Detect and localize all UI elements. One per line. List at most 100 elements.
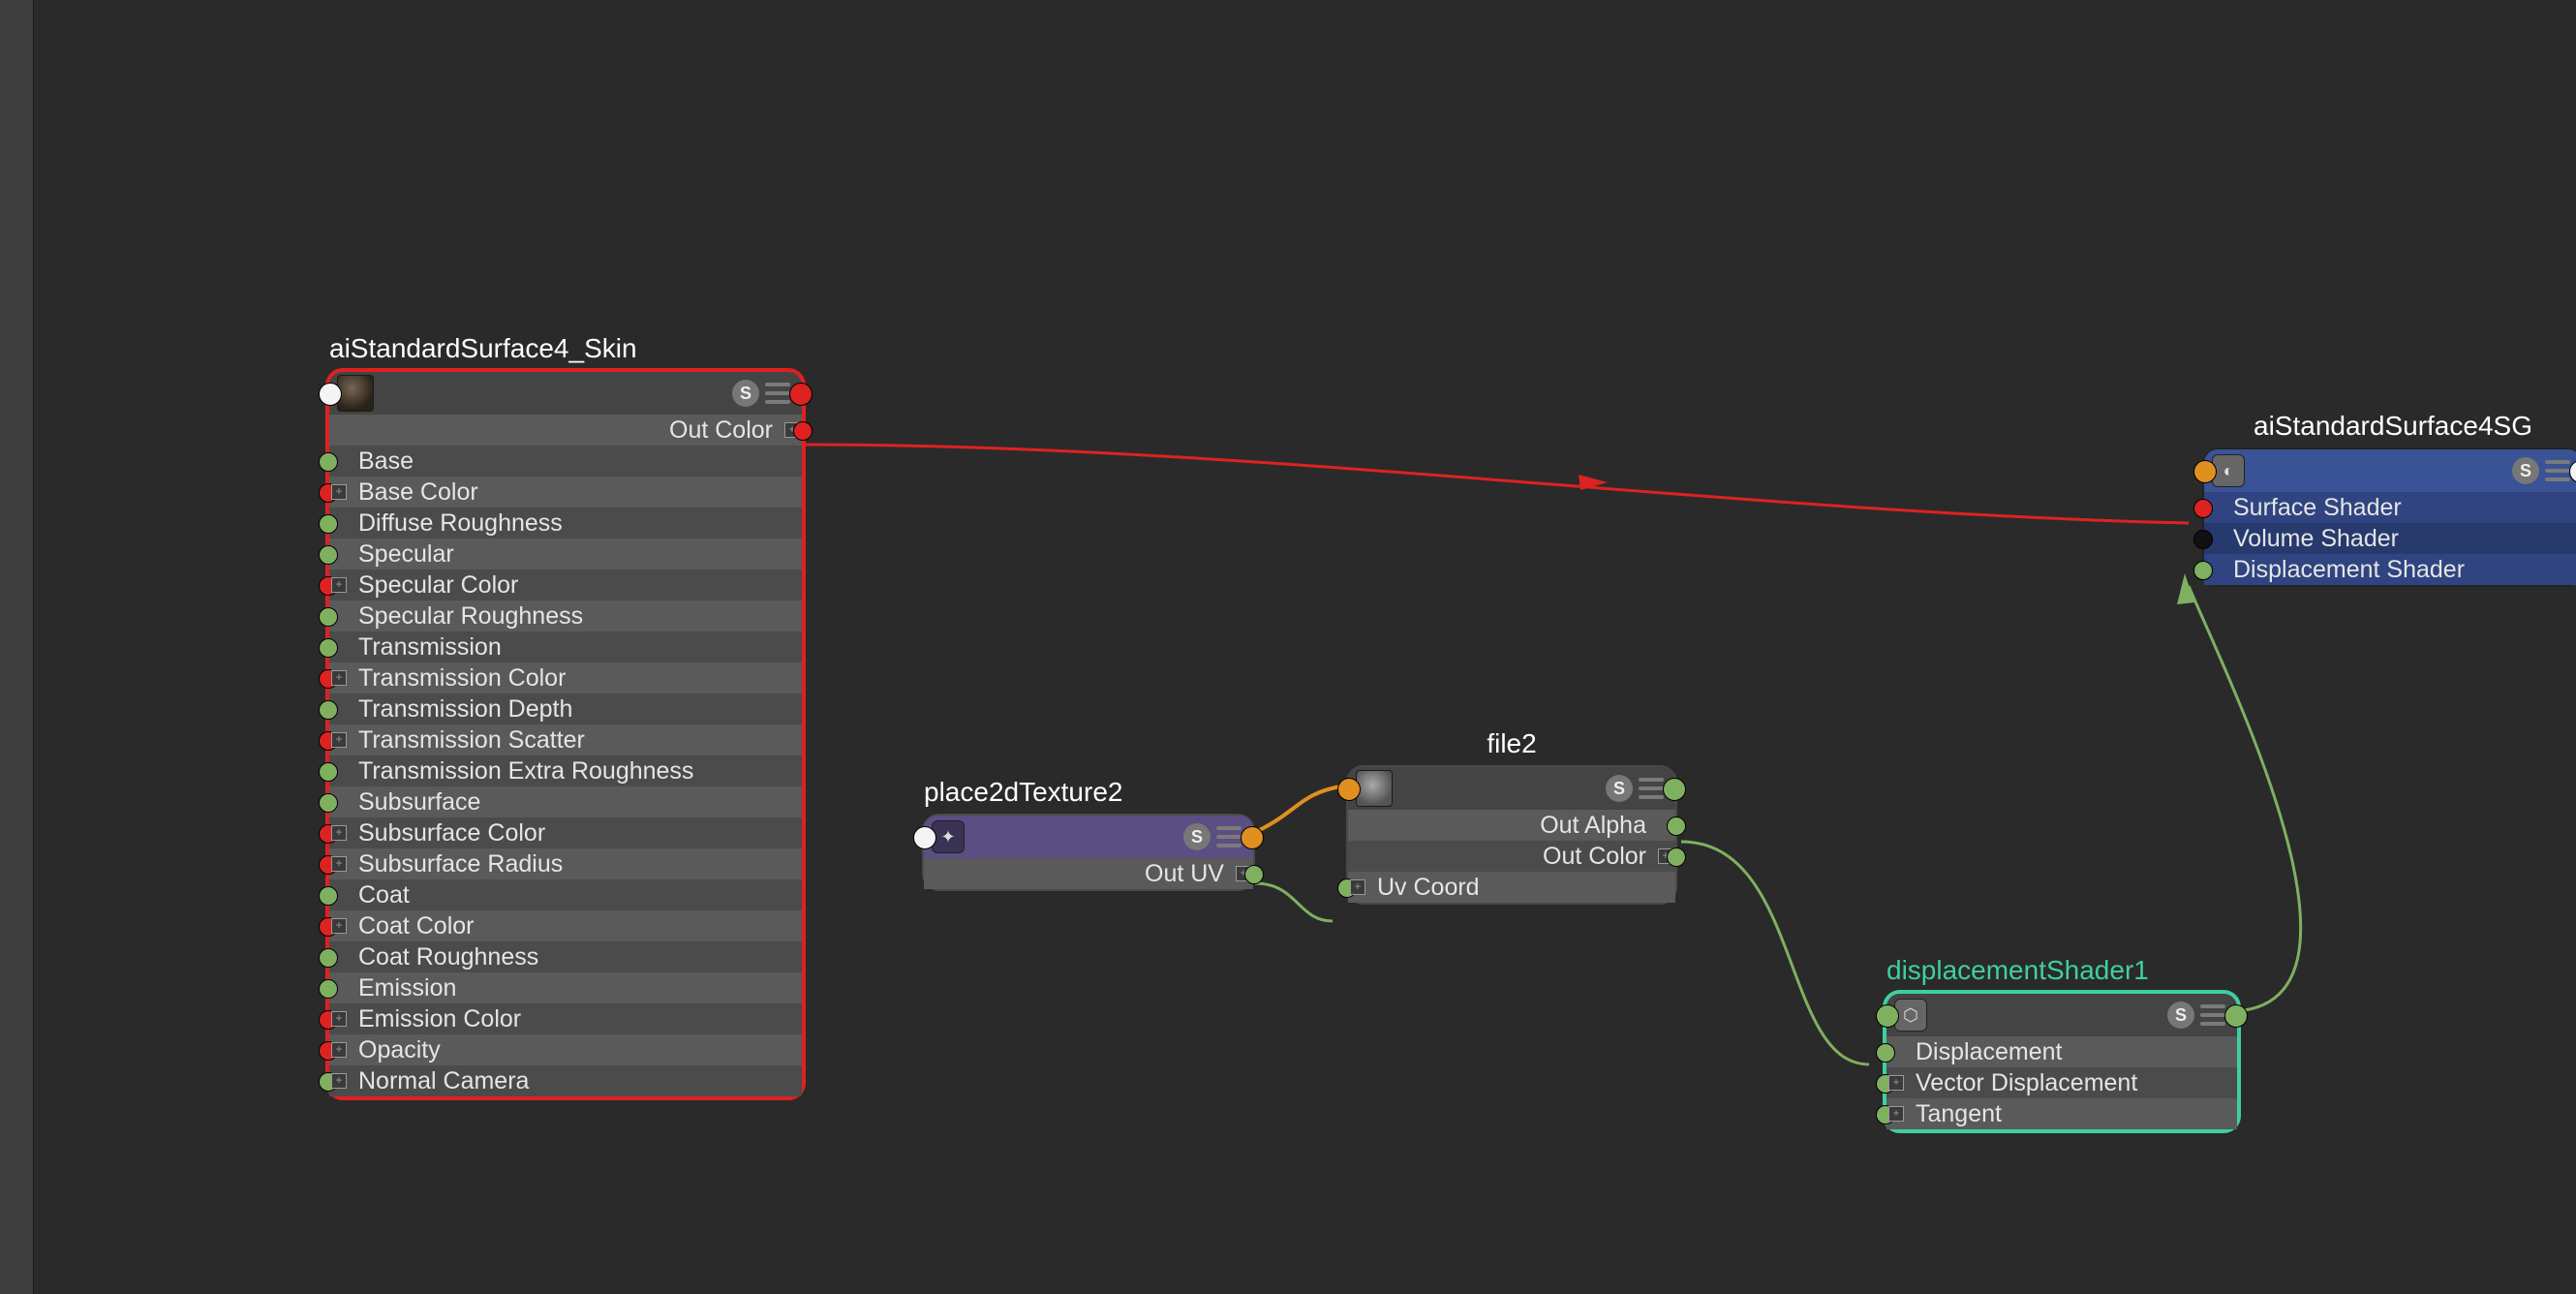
node-editor-canvas[interactable]: aiStandardSurface4_Skin S Out Color Base… bbox=[0, 0, 2576, 1294]
expand-icon[interactable] bbox=[1888, 1075, 1904, 1091]
attr-transmission[interactable]: Transmission bbox=[329, 632, 802, 662]
attr-out-color[interactable]: Out Color bbox=[1348, 841, 1675, 872]
input-port[interactable] bbox=[319, 514, 338, 534]
attr-base[interactable]: Base bbox=[329, 446, 802, 477]
attr-transmission-scatter[interactable]: Transmission Scatter bbox=[329, 724, 802, 755]
attr-displacement[interactable]: Displacement bbox=[1886, 1036, 2237, 1067]
expand-icon[interactable] bbox=[331, 825, 347, 841]
attr-emission-color[interactable]: Emission Color bbox=[329, 1003, 802, 1034]
input-port[interactable] bbox=[319, 762, 338, 782]
expand-icon[interactable] bbox=[1350, 879, 1365, 895]
attr-coat[interactable]: Coat bbox=[329, 879, 802, 910]
solo-icon[interactable]: S bbox=[732, 380, 759, 407]
input-port[interactable] bbox=[319, 452, 338, 472]
menu-icon[interactable] bbox=[1639, 778, 1664, 799]
expand-icon[interactable] bbox=[331, 1011, 347, 1027]
attr-coat-color[interactable]: Coat Color bbox=[329, 910, 802, 941]
expand-icon[interactable] bbox=[331, 1042, 347, 1058]
input-port[interactable] bbox=[319, 545, 338, 565]
attr-subsurface-radius[interactable]: Subsurface Radius bbox=[329, 848, 802, 879]
node-input-port[interactable] bbox=[913, 826, 936, 849]
node-header[interactable]: ◐ S bbox=[2204, 449, 2576, 492]
node-output-port[interactable] bbox=[1663, 778, 1686, 801]
node-header[interactable]: S bbox=[1348, 767, 1675, 810]
solo-icon[interactable]: S bbox=[2167, 1001, 2194, 1029]
attr-opacity[interactable]: Opacity bbox=[329, 1034, 802, 1065]
expand-icon[interactable] bbox=[331, 1073, 347, 1089]
menu-icon[interactable] bbox=[2200, 1004, 2225, 1026]
node-place2dtexture[interactable]: place2dTexture2 ✦ S Out UV bbox=[922, 814, 1255, 891]
solo-icon[interactable]: S bbox=[1606, 775, 1633, 802]
node-header[interactable]: S bbox=[329, 372, 802, 415]
expand-icon[interactable] bbox=[331, 577, 347, 593]
attr-normal-camera[interactable]: Normal Camera bbox=[329, 1065, 802, 1096]
attr-uv-coord[interactable]: Uv Coord bbox=[1348, 872, 1675, 903]
node-input-port[interactable] bbox=[319, 383, 342, 406]
output-port[interactable] bbox=[793, 421, 813, 441]
attr-base-color[interactable]: Base Color bbox=[329, 477, 802, 508]
attr-emission[interactable]: Emission bbox=[329, 972, 802, 1003]
input-port[interactable] bbox=[319, 638, 338, 658]
expand-icon[interactable] bbox=[1888, 1106, 1904, 1122]
input-port[interactable] bbox=[1876, 1043, 1895, 1063]
output-port[interactable] bbox=[1667, 816, 1686, 836]
node-output-port[interactable] bbox=[2224, 1004, 2248, 1028]
expand-icon[interactable] bbox=[331, 484, 347, 500]
attr-subsurface[interactable]: Subsurface bbox=[329, 786, 802, 817]
node-title: place2dTexture2 bbox=[924, 777, 1253, 808]
node-file[interactable]: file2 S Out Alpha Out Color Uv Coord bbox=[1346, 765, 1677, 905]
attr-diffuse-roughness[interactable]: Diffuse Roughness bbox=[329, 508, 802, 539]
node-input-port[interactable] bbox=[1876, 1004, 1899, 1028]
attr-vector-displacement[interactable]: Vector Displacement bbox=[1886, 1067, 2237, 1098]
expand-icon[interactable] bbox=[331, 732, 347, 748]
material-swatch-icon bbox=[337, 375, 374, 412]
solo-icon[interactable]: S bbox=[1183, 823, 1211, 850]
node-output-port[interactable] bbox=[789, 383, 813, 406]
output-port[interactable] bbox=[1244, 865, 1264, 884]
attr-displacement-shader[interactable]: Displacement Shader bbox=[2204, 554, 2576, 585]
node-shading-group[interactable]: aiStandardSurface4SG ◐ S Surface ShaderV… bbox=[2202, 447, 2576, 587]
node-input-assignment-port[interactable] bbox=[2193, 460, 2217, 483]
input-port[interactable] bbox=[319, 979, 338, 999]
expand-icon[interactable] bbox=[331, 918, 347, 934]
attr-surface-shader[interactable]: Surface Shader bbox=[2204, 492, 2576, 523]
output-port[interactable] bbox=[1667, 847, 1686, 867]
attr-out-uv[interactable]: Out UV bbox=[924, 858, 1253, 889]
attr-specular-roughness[interactable]: Specular Roughness bbox=[329, 601, 802, 632]
node-aistandardsurface[interactable]: aiStandardSurface4_Skin S Out Color Base… bbox=[325, 368, 806, 1100]
shading-group-icon: ◐ bbox=[2212, 454, 2245, 487]
node-output-port[interactable] bbox=[2569, 460, 2576, 483]
node-header[interactable]: ⬡ S bbox=[1886, 994, 2237, 1036]
attr-specular-color[interactable]: Specular Color bbox=[329, 570, 802, 601]
attr-out-alpha[interactable]: Out Alpha bbox=[1348, 810, 1675, 841]
input-port[interactable] bbox=[2193, 499, 2213, 518]
input-port[interactable] bbox=[319, 700, 338, 720]
attr-out-color[interactable]: Out Color bbox=[329, 415, 802, 446]
attr-specular[interactable]: Specular bbox=[329, 539, 802, 570]
attr-subsurface-color[interactable]: Subsurface Color bbox=[329, 817, 802, 848]
attr-tangent[interactable]: Tangent bbox=[1886, 1098, 2237, 1129]
attr-transmission-color[interactable]: Transmission Color bbox=[329, 662, 802, 693]
node-header[interactable]: ✦ S bbox=[924, 816, 1253, 858]
input-port[interactable] bbox=[319, 886, 338, 906]
node-input-port[interactable] bbox=[1337, 778, 1361, 801]
input-port[interactable] bbox=[319, 793, 338, 813]
input-port[interactable] bbox=[319, 607, 338, 627]
attr-coat-roughness[interactable]: Coat Roughness bbox=[329, 941, 802, 972]
menu-icon[interactable] bbox=[2545, 460, 2570, 481]
expand-icon[interactable] bbox=[331, 670, 347, 686]
attr-volume-shader[interactable]: Volume Shader bbox=[2204, 523, 2576, 554]
input-port[interactable] bbox=[2193, 561, 2213, 580]
input-port[interactable] bbox=[319, 948, 338, 968]
attr-transmission-extra-roughness[interactable]: Transmission Extra Roughness bbox=[329, 755, 802, 786]
node-displacement-shader[interactable]: displacementShader1 ⬡ S DisplacementVect… bbox=[1883, 990, 2241, 1133]
menu-icon[interactable] bbox=[765, 383, 790, 404]
node-output-port[interactable] bbox=[1241, 826, 1264, 849]
input-port[interactable] bbox=[2193, 530, 2213, 549]
place2d-icon: ✦ bbox=[932, 820, 965, 853]
node-title: aiStandardSurface4_Skin bbox=[329, 333, 802, 364]
attr-transmission-depth[interactable]: Transmission Depth bbox=[329, 693, 802, 724]
expand-icon[interactable] bbox=[331, 856, 347, 872]
menu-icon[interactable] bbox=[1216, 826, 1242, 847]
solo-icon[interactable]: S bbox=[2512, 457, 2539, 484]
